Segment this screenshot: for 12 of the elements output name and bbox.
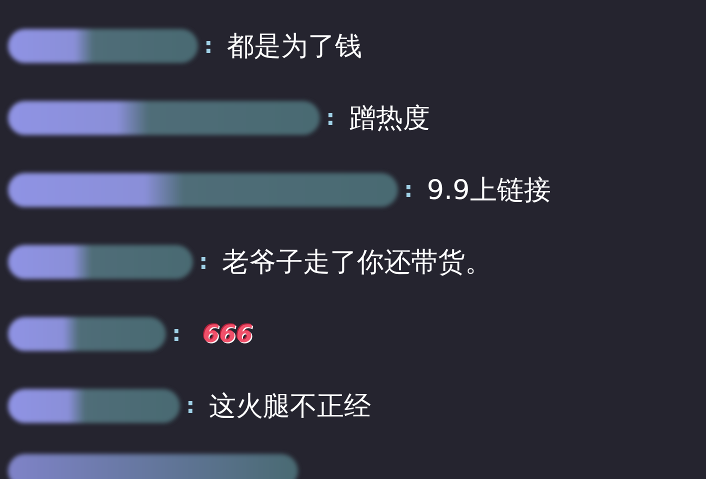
chat-message: 老爷子走了你还带货。 [222,246,492,280]
chat-message: 9.9上链接 [426,174,551,208]
separator: : [172,322,181,346]
separator: : [204,34,213,58]
emoji-text: 666 [202,320,253,348]
chat-message: 蹭热度 [348,102,430,136]
separator: : [404,178,413,202]
separator: : [199,250,208,274]
chat-message: 这火腿不正经 [208,390,371,424]
separator: : [326,106,335,130]
separator: : [186,394,195,418]
chat-message: 都是为了钱 [226,30,362,64]
